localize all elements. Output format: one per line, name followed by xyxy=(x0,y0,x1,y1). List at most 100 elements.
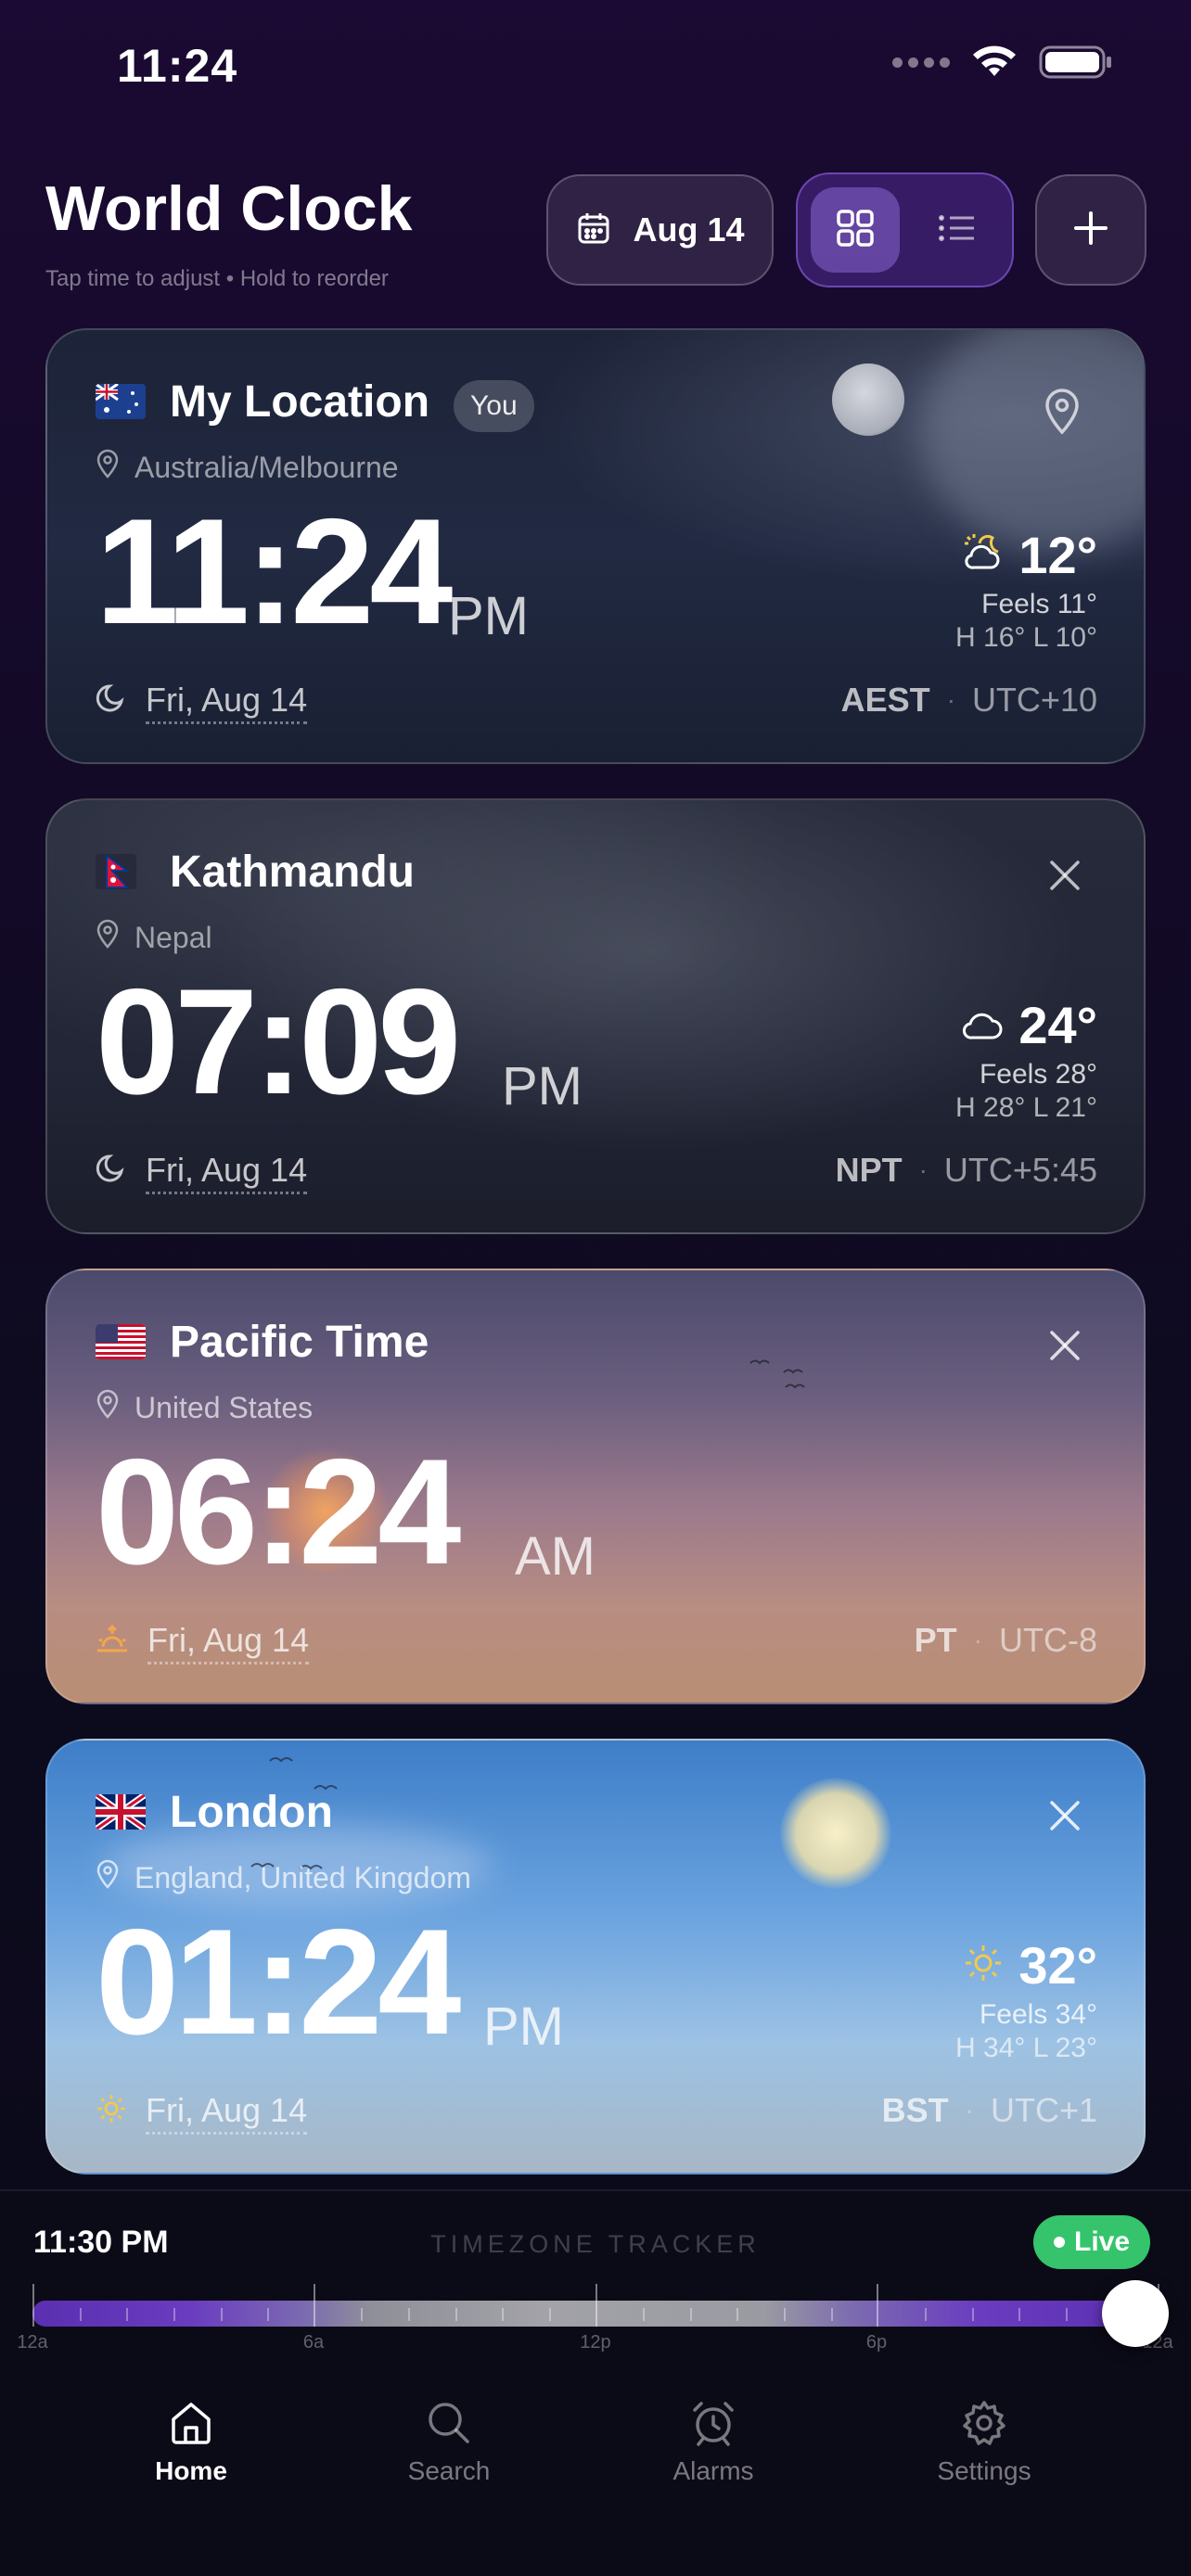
track-hour-tick xyxy=(548,2308,551,2321)
status-bar: 11:24 xyxy=(0,0,1191,130)
grid-icon xyxy=(835,208,876,253)
date-picker-button[interactable]: Aug 14 xyxy=(546,174,774,286)
region-label: United States xyxy=(134,1390,314,1424)
nav-label: Alarms xyxy=(672,2456,754,2485)
pin-icon xyxy=(96,919,120,956)
track-hour-tick xyxy=(79,2308,82,2321)
separator-dot: · xyxy=(965,2096,974,2124)
temperature: 24° xyxy=(1018,996,1097,1054)
calendar-icon xyxy=(575,210,612,251)
date-label[interactable]: Fri, Aug 14 xyxy=(147,1621,310,1664)
timezone-info: PT · UTC-8 xyxy=(915,1621,1097,1660)
region-row: Nepal xyxy=(96,919,212,956)
feels-like: Feels 28° xyxy=(979,1059,1097,1090)
region-row: Australia/Melbourne xyxy=(96,449,399,486)
temperature: 32° xyxy=(1018,1936,1097,1995)
plus-icon xyxy=(1070,208,1111,253)
track-hour-tick xyxy=(408,2308,410,2321)
add-city-button[interactable] xyxy=(1035,174,1146,286)
utc-offset: UTC+1 xyxy=(990,2091,1097,2129)
track-hour-tick xyxy=(126,2308,129,2321)
date-label[interactable]: Fri, Aug 14 xyxy=(146,2091,308,2135)
track-label: 12a xyxy=(17,2332,48,2353)
uk-flag-icon xyxy=(96,1794,146,1830)
nav-label: Home xyxy=(155,2456,227,2485)
clock-card-london[interactable]: London England, United Kingdom 01:24 PM … xyxy=(45,1739,1146,2174)
region-label: Nepal xyxy=(134,920,212,954)
am-pm-label: PM xyxy=(502,1056,583,1116)
weather-block: 12° Feels 11° H 16° L 10° xyxy=(955,525,1097,654)
sun-icon xyxy=(96,2093,127,2133)
separator-dot: · xyxy=(973,1626,982,1654)
clock-card-pacific-time[interactable]: Pacific Time United States 06:24 AM Fri,… xyxy=(45,1269,1146,1704)
list-view-button[interactable] xyxy=(913,187,1002,273)
grid-view-button[interactable] xyxy=(811,187,900,273)
date-label[interactable]: Fri, Aug 14 xyxy=(146,1151,308,1194)
track-hour-tick xyxy=(220,2308,223,2321)
nav-home[interactable]: Home xyxy=(70,2384,312,2486)
nav-alarms[interactable]: Alarms xyxy=(593,2384,834,2486)
you-badge: You xyxy=(454,380,534,432)
track-hour-tick xyxy=(643,2308,646,2321)
close-icon[interactable] xyxy=(1047,858,1082,898)
clock-card-kathmandu[interactable]: Kathmandu Nepal 07:09 PM 24° Feels 28° H… xyxy=(45,798,1146,1234)
timezone-info: AEST · UTC+10 xyxy=(841,681,1097,720)
time-slider-handle[interactable] xyxy=(1102,2280,1170,2347)
pin-icon xyxy=(96,1859,120,1896)
moon-icon xyxy=(96,682,127,722)
sunrise-icon xyxy=(96,1623,129,1663)
bottom-nav: Home Search Alarms Settings xyxy=(0,2384,1191,2576)
gear-icon xyxy=(958,2397,1010,2449)
region-row: United States xyxy=(96,1389,313,1426)
clock-time[interactable]: 07:09 xyxy=(96,967,461,1117)
feels-like: Feels 11° xyxy=(981,589,1097,619)
view-toggle xyxy=(796,172,1014,287)
track-major-tick xyxy=(314,2284,315,2327)
moon-icon xyxy=(96,1153,127,1192)
wifi-icon xyxy=(970,45,1018,80)
city-name: Kathmandu xyxy=(170,848,415,897)
utc-offset: UTC+5:45 xyxy=(943,1151,1097,1189)
region-label: Australia/Melbourne xyxy=(134,450,399,484)
date-label[interactable]: Fri, Aug 14 xyxy=(146,681,308,724)
clock-time[interactable]: 06:24 xyxy=(96,1437,461,1588)
nav-settings[interactable]: Settings xyxy=(864,2384,1105,2486)
birds-decoration xyxy=(749,1356,832,1407)
timezone-abbr: PT xyxy=(914,1621,957,1659)
temperature: 12° xyxy=(1018,526,1097,584)
track-label: 12p xyxy=(580,2332,611,2353)
date-row: Fri, Aug 14 xyxy=(96,681,308,724)
live-button[interactable]: Live xyxy=(1033,2215,1151,2269)
track-hour-tick xyxy=(971,2308,974,2321)
nav-label: Search xyxy=(407,2456,491,2485)
battery-icon xyxy=(1039,45,1113,80)
separator-dot: · xyxy=(918,1155,928,1184)
timezone-info: BST · UTC+1 xyxy=(882,2091,1097,2130)
status-time: 11:24 xyxy=(117,40,238,92)
track-hour-tick xyxy=(361,2308,364,2321)
track-major-tick xyxy=(596,2284,597,2327)
clock-time[interactable]: 11:24 xyxy=(96,497,453,647)
location-pin-icon[interactable] xyxy=(1042,388,1082,440)
clock-card-my-location[interactable]: My Location You Australia/Melbourne 11:2… xyxy=(45,328,1146,764)
track-label: 6p xyxy=(865,2332,888,2353)
weather-block: 32° Feels 34° H 34° L 23° xyxy=(955,1935,1097,2064)
timezone-abbr: AEST xyxy=(840,681,930,719)
region-row: England, United Kingdom xyxy=(96,1859,471,1896)
am-pm-label: PM xyxy=(448,586,529,646)
nav-label: Settings xyxy=(937,2456,1031,2485)
am-pm-label: AM xyxy=(515,1526,596,1587)
close-icon[interactable] xyxy=(1047,1328,1082,1368)
date-row: Fri, Aug 14 xyxy=(96,1621,310,1664)
nepal-flag-icon xyxy=(96,854,136,889)
cellular-signal-icon xyxy=(892,57,950,68)
track-hour-tick xyxy=(736,2308,739,2321)
track-hour-tick xyxy=(1065,2308,1068,2321)
pin-icon xyxy=(96,1389,120,1426)
region-label: England, United Kingdom xyxy=(134,1860,471,1894)
nav-search[interactable]: Search xyxy=(328,2384,570,2486)
tracker-title: TIMEZONE TRACKER xyxy=(430,2230,761,2258)
date-row: Fri, Aug 14 xyxy=(96,2091,308,2135)
close-icon[interactable] xyxy=(1047,1798,1082,1838)
clock-time[interactable]: 01:24 xyxy=(96,1907,461,2058)
